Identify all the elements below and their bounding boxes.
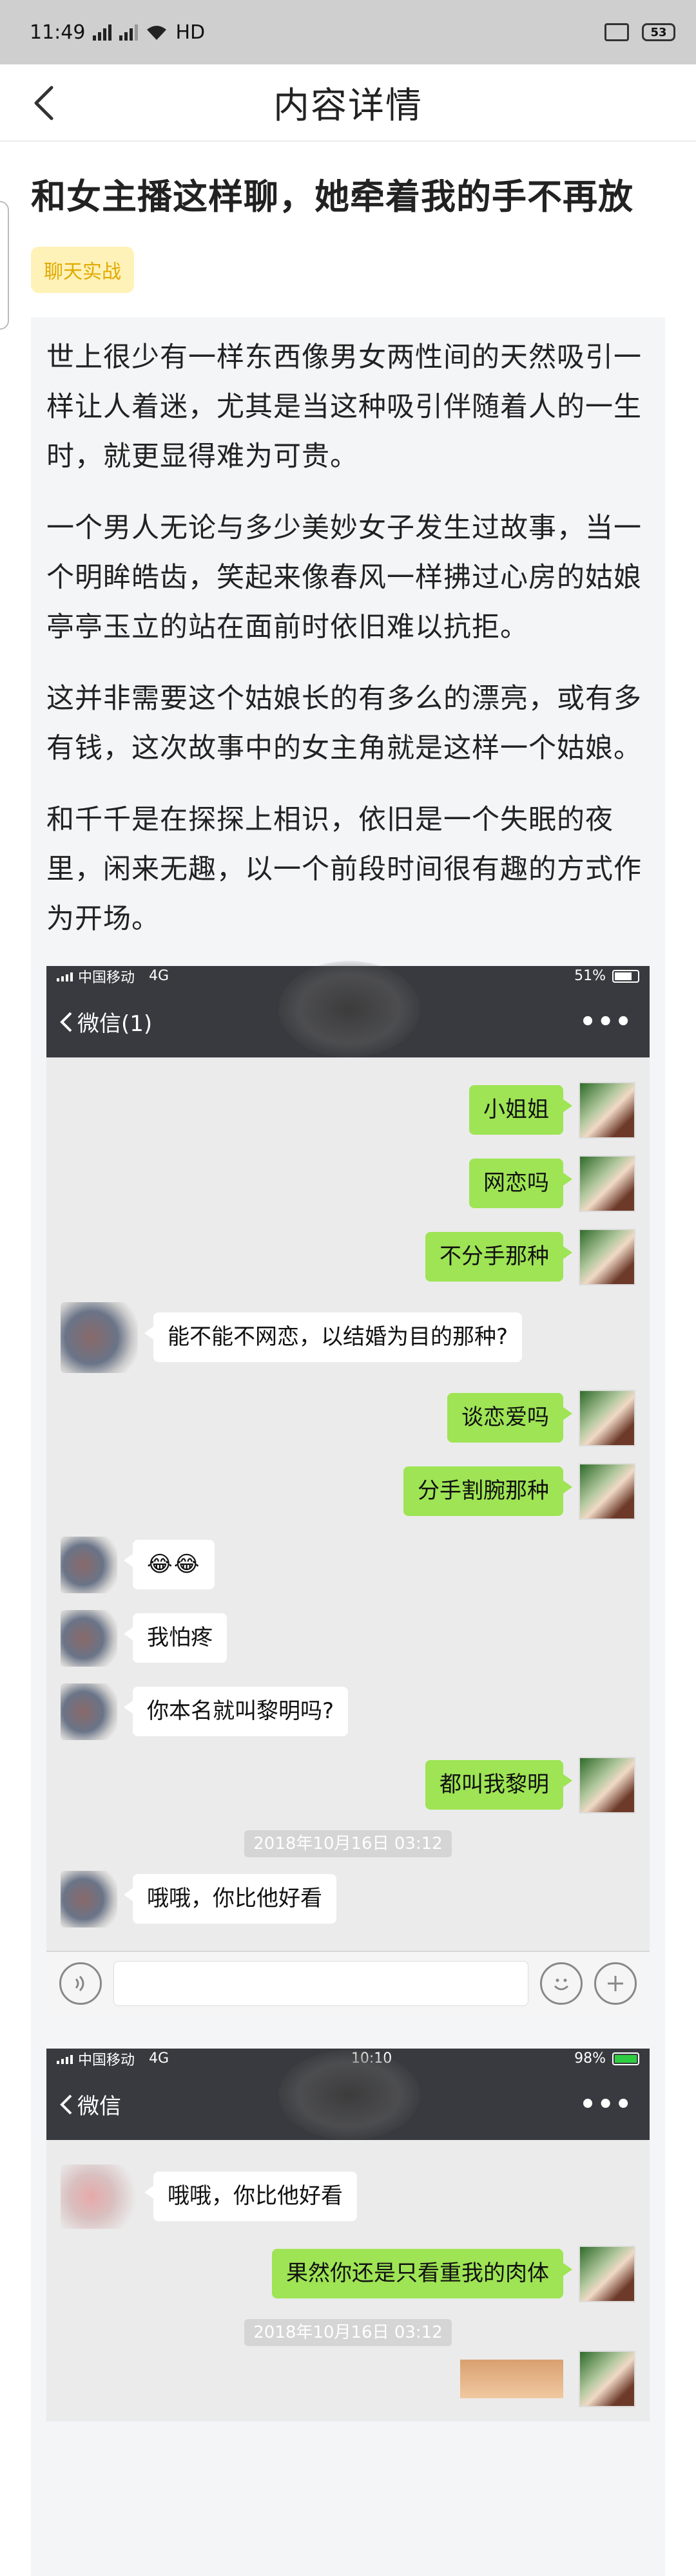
chat-nav-bar: 微信(1) ••• <box>46 960 650 1057</box>
message-bubble[interactable]: 你本名就叫黎明吗? <box>123 1687 349 1737</box>
side-drawer-handle[interactable] <box>0 201 9 330</box>
network-type: 4G <box>149 2050 169 2067</box>
contact-avatar[interactable] <box>61 1536 117 1593</box>
redaction-smudge <box>278 960 420 1057</box>
back-button[interactable] <box>24 84 63 122</box>
redaction-smudge <box>278 2049 420 2140</box>
message-bubble[interactable]: 小姐姐 <box>469 1085 572 1135</box>
back-chevron-icon <box>34 86 53 120</box>
battery-icon: 53 <box>642 23 675 41</box>
my-avatar[interactable] <box>579 1228 635 1285</box>
signal-icon-2 <box>119 24 139 41</box>
article-container: 和女主播这样聊，她牵着我的手不再放 聊天实战 世上很少有一样东西像男女两性间的天… <box>0 174 696 2576</box>
chat-nav-bar: 微信 ••• <box>46 2049 650 2140</box>
message-row: 分手割腕那种 <box>61 1463 635 1520</box>
message-row: 小姐姐 <box>61 1081 635 1139</box>
contact-avatar[interactable] <box>61 1302 138 1373</box>
article-paragraph: 世上很少有一样东西像男女两性间的天然吸引一样让人着迷，尤其是当这种吸引伴随着人的… <box>46 341 642 473</box>
my-avatar[interactable] <box>579 2350 635 2407</box>
signal-icon <box>93 24 112 41</box>
carrier-label: 中国移动 <box>78 2052 135 2069</box>
emoji-icon[interactable] <box>540 1962 583 2005</box>
category-tag[interactable]: 聊天实战 <box>31 246 134 293</box>
chat-timestamp: 2018年10月16日 03:12 <box>61 1830 635 1857</box>
message-bubble[interactable]: 哦哦，你比他好看 <box>144 2172 357 2222</box>
contact-avatar[interactable] <box>61 1683 117 1740</box>
battery-icon <box>612 2052 639 2065</box>
back-chevron-icon <box>60 1012 72 1032</box>
image-message-partial[interactable] <box>460 2359 563 2398</box>
message-row: 能不能不网恋，以结婚为目的那种? <box>61 1302 635 1373</box>
voice-icon[interactable] <box>59 1962 102 2005</box>
carrier-label: 中国移动 <box>78 969 135 986</box>
chat-title: 微信(1) <box>77 1011 153 1037</box>
message-row: 不分手那种 <box>61 1228 635 1285</box>
my-avatar[interactable] <box>579 2245 635 2302</box>
status-left: 11:49 HD <box>30 21 205 44</box>
battery-icon <box>612 969 639 983</box>
message-row: 我怕疼 <box>61 1609 635 1667</box>
my-avatar[interactable] <box>579 1081 635 1139</box>
wifi-icon <box>146 24 168 41</box>
article-paragraph: 这并非需要这个姑娘长的有多么的漂亮，或有多有钱，这次故事中的女主角就是这样一个姑… <box>46 682 642 764</box>
contact-avatar[interactable] <box>61 1609 117 1667</box>
chat-screenshot-1: 中国移动 4G 51% 微信(1) ••• 小姐姐 网恋吗 不分手那种 能不能不… <box>46 960 650 2015</box>
message-bubble[interactable]: 谈恋爱吗 <box>447 1393 572 1443</box>
message-row: 你本名就叫黎明吗? <box>61 1683 635 1740</box>
message-bubble[interactable]: 网恋吗 <box>469 1159 572 1209</box>
my-avatar[interactable] <box>579 1463 635 1520</box>
signal-icon <box>57 2054 73 2064</box>
message-bubble[interactable]: 哦哦，你比他好看 <box>124 1874 336 1924</box>
network-type: 4G <box>149 968 169 985</box>
my-avatar[interactable] <box>579 1756 635 1814</box>
message-bubble[interactable]: 分手割腕那种 <box>403 1466 572 1517</box>
my-avatar[interactable] <box>579 1389 635 1446</box>
article-paragraph: 和千千是在探探上相识，依旧是一个失眠的夜里，闲来无趣，以一个前段时间很有趣的方式… <box>46 803 642 935</box>
message-bubble[interactable]: 果然你还是只看重我的肉体 <box>272 2249 572 2299</box>
page-title: 内容详情 <box>273 84 423 127</box>
more-icon[interactable]: ••• <box>579 1007 633 1037</box>
contact-avatar[interactable] <box>61 1870 117 1927</box>
message-bubble[interactable]: 都叫我黎明 <box>425 1760 572 1810</box>
message-bubble[interactable]: 能不能不网恋，以结婚为目的那种? <box>144 1312 523 1363</box>
chat-messages: 小姐姐 网恋吗 不分手那种 能不能不网恋，以结婚为目的那种? 谈恋爱吗 分手割腕… <box>46 1057 650 1951</box>
message-row: 网恋吗 <box>61 1155 635 1212</box>
contact-avatar[interactable] <box>61 2164 138 2229</box>
plus-icon[interactable] <box>594 1962 637 2005</box>
emoji-bubble[interactable]: 😂😂 <box>123 1540 215 1590</box>
network-label: HD <box>175 21 206 44</box>
more-icon[interactable]: ••• <box>579 2090 633 2119</box>
message-row: 😂😂 <box>61 1536 635 1593</box>
message-row: 都叫我黎明 <box>61 1756 635 1814</box>
status-time: 11:49 <box>30 21 86 44</box>
signal-icon <box>57 971 73 981</box>
battery-percent: 51% <box>574 968 606 985</box>
message-row: 果然你还是只看重我的肉体 <box>61 2245 635 2302</box>
chat-messages: 哦哦，你比他好看 果然你还是只看重我的肉体 2018年10月16日 03:12 <box>46 2140 650 2421</box>
message-row <box>61 2350 635 2407</box>
chat-screenshot-2: 中国移动 4G 10:10 98% 微信 ••• <box>46 2048 650 2421</box>
chat-timestamp: 2018年10月16日 03:12 <box>61 2318 635 2346</box>
message-bubble[interactable]: 我怕疼 <box>124 1613 227 1663</box>
chat-back-button[interactable]: 微信(1) <box>59 1006 152 1037</box>
message-row: 哦哦，你比他好看 <box>61 1870 635 1927</box>
chat-back-button[interactable]: 微信 <box>59 2088 121 2120</box>
status-bar: 11:49 HD 53 <box>0 0 696 64</box>
chat-input-bar <box>46 1950 650 2015</box>
battery-percent: 98% <box>574 2050 606 2067</box>
message-row: 哦哦，你比他好看 <box>61 2164 635 2229</box>
article-paragraph: 一个男人无论与多少美妙女子发生过故事，当一个明眸皓齿，笑起来像春风一样拂过心房的… <box>46 511 642 643</box>
message-row: 谈恋爱吗 <box>61 1389 635 1446</box>
cast-icon <box>604 23 629 41</box>
title-bar: 内容详情 <box>0 64 696 142</box>
back-chevron-icon <box>60 2094 72 2115</box>
article-title: 和女主播这样聊，她牵着我的手不再放 <box>31 176 633 217</box>
my-avatar[interactable] <box>579 1155 635 1212</box>
message-bubble[interactable]: 不分手那种 <box>425 1232 572 1282</box>
article-body: 世上很少有一样东西像男女两性间的天然吸引一样让人着迷，尤其是当这种吸引伴随着人的… <box>31 317 665 2576</box>
chat-title: 微信 <box>77 2094 121 2120</box>
status-right: 53 <box>604 23 675 41</box>
message-input[interactable] <box>113 1960 528 2006</box>
